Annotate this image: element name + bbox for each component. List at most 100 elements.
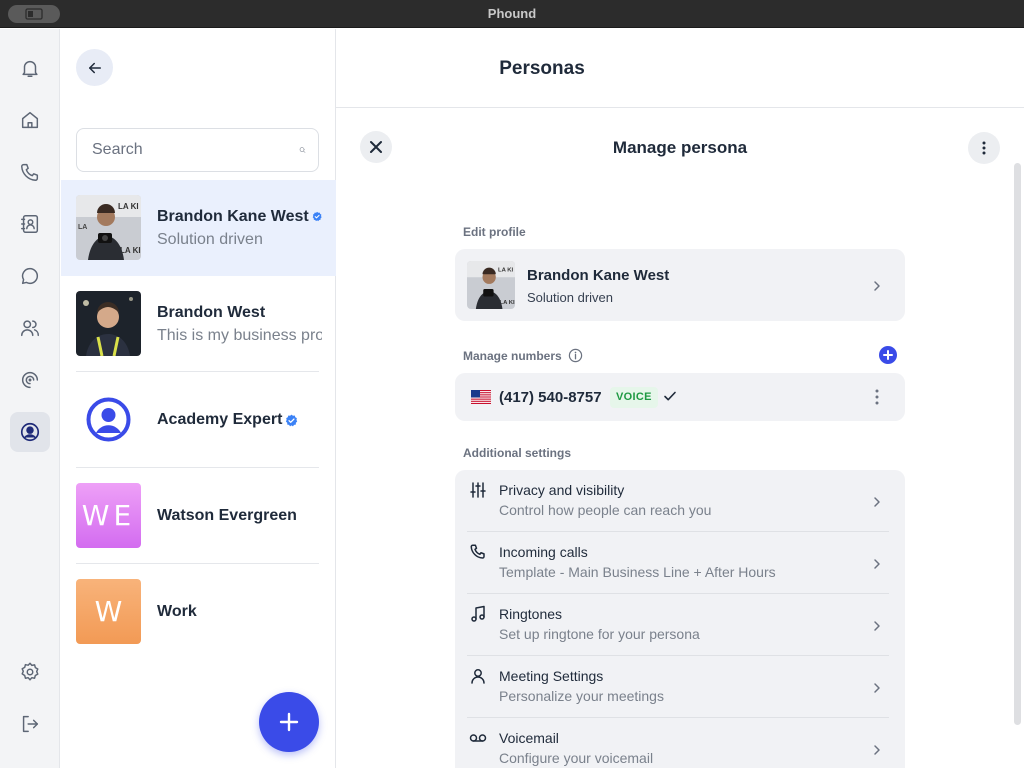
avatar — [76, 387, 141, 452]
edit-profile-card[interactable]: LA KI LA KI Brandon Kane West Solution d… — [455, 249, 905, 321]
avatar: LA KI LA KI — [467, 261, 515, 309]
persona-item-brandon-kane-west[interactable]: LA KI LA LA KI Brandon Kane West Solutio… — [61, 180, 336, 276]
voicemail-icon — [469, 729, 487, 747]
setting-incoming-calls[interactable]: Incoming calls Template - Main Business … — [455, 532, 905, 594]
persona-subtitle: This is my business profile — [157, 326, 322, 344]
music-note-icon — [469, 605, 487, 623]
manage-numbers-label: Manage numbers — [463, 348, 583, 363]
setting-privacy-visibility[interactable]: Privacy and visibility Control how peopl… — [455, 470, 905, 532]
more-options-button[interactable] — [968, 132, 1000, 164]
edit-profile-label: Edit profile — [463, 225, 526, 239]
persona-icon — [20, 422, 40, 442]
persona-name: Watson Evergreen — [157, 507, 297, 524]
search-input[interactable] — [92, 141, 299, 159]
settings-card: Privacy and visibility Control how peopl… — [455, 470, 905, 768]
avatar: W — [76, 579, 141, 644]
voice-badge: VOICE — [610, 387, 658, 408]
people-icon — [21, 320, 39, 337]
chevron-right-icon — [873, 619, 881, 631]
chevron-right-icon — [873, 279, 881, 291]
setting-description: Control how people can reach you — [499, 502, 712, 518]
setting-voicemail[interactable]: Voicemail Configure your voicemail — [455, 718, 905, 768]
bell-icon — [22, 60, 38, 77]
setting-description: Configure your voicemail — [499, 750, 654, 766]
persona-list-panel: LA KI LA LA KI Brandon Kane West Solutio… — [61, 29, 336, 768]
manage-numbers-text: Manage numbers — [463, 348, 562, 363]
setting-description: Set up ringtone for your persona — [499, 626, 700, 642]
scrollbar[interactable] — [1014, 163, 1021, 725]
additional-settings-label: Additional settings — [463, 446, 571, 460]
setting-title: Incoming calls — [499, 544, 588, 560]
svg-text:LA KI: LA KI — [118, 202, 139, 211]
persona-item-watson-evergreen[interactable]: WE Watson Evergreen — [61, 468, 336, 564]
verified-icon — [286, 414, 298, 426]
persona-name-row: Academy Expert — [157, 411, 322, 429]
svg-text:LA KI: LA KI — [120, 246, 141, 255]
arrow-left-icon — [88, 62, 101, 73]
setting-meeting-settings[interactable]: Meeting Settings Personalize your meetin… — [455, 656, 905, 718]
spiral-icon — [21, 371, 39, 389]
rail-messages[interactable] — [10, 256, 50, 296]
setting-description: Personalize your meetings — [499, 688, 664, 704]
persona-name: Brandon Kane West — [157, 207, 309, 225]
persona-icon — [76, 387, 141, 452]
phone-number-card[interactable]: (417) 540-8757 VOICE — [455, 373, 905, 421]
rail-team[interactable] — [10, 308, 50, 348]
persona-info: Brandon Kane West Solution driven — [157, 180, 322, 276]
persona-subtitle: Solution driven — [157, 230, 263, 248]
sliders-icon — [469, 481, 487, 499]
chevron-right-icon — [873, 557, 881, 569]
avatar-initials: W — [94, 595, 123, 628]
persona-name-row: Work — [157, 603, 322, 621]
avatar: WE — [76, 483, 141, 548]
manage-persona-panel: Manage persona Edit profile LA KI LA KI … — [337, 108, 1024, 768]
home-icon — [21, 111, 39, 129]
persona-name-row: Brandon West — [157, 304, 322, 322]
person-icon — [469, 667, 487, 685]
svg-text:LA: LA — [78, 224, 87, 231]
rail-personas[interactable] — [10, 412, 50, 452]
add-number-button[interactable] — [879, 346, 897, 364]
search-icon[interactable] — [299, 140, 306, 160]
window-title: Phound — [487, 6, 537, 21]
verified-icon — [312, 211, 322, 222]
panel-title: Manage persona — [612, 138, 748, 157]
persona-info: Watson Evergreen — [157, 468, 322, 564]
avatar — [76, 291, 141, 356]
persona-name: Academy Expert — [157, 411, 283, 428]
setting-ringtones[interactable]: Ringtones Set up ringtone for your perso… — [455, 594, 905, 656]
setting-title: Ringtones — [499, 606, 563, 622]
setting-title: Voicemail — [499, 730, 559, 746]
info-icon[interactable] — [568, 348, 583, 363]
setting-description: Template - Main Business Line + After Ho… — [499, 564, 776, 580]
check-icon — [664, 391, 676, 401]
page-title: Personas — [499, 58, 585, 79]
kebab-icon[interactable] — [873, 388, 881, 406]
rail-contacts[interactable] — [10, 204, 50, 244]
profile-name: Brandon Kane West — [527, 267, 670, 284]
rail-notifications[interactable] — [10, 48, 50, 88]
persona-item-work[interactable]: W Work — [61, 564, 336, 660]
rail-settings[interactable] — [10, 652, 50, 692]
add-persona-button[interactable] — [259, 692, 319, 752]
persona-item-academy-expert[interactable]: Academy Expert — [61, 372, 336, 468]
persona-info: Academy Expert — [157, 372, 322, 468]
profile-subtitle: Solution driven — [527, 290, 613, 305]
gear-icon — [21, 662, 39, 681]
chevron-right-icon — [873, 743, 881, 755]
contacts-icon — [21, 215, 39, 233]
rail-home[interactable] — [10, 100, 50, 140]
phone-number: (417) 540-8757 — [499, 389, 602, 406]
search-box[interactable] — [76, 128, 319, 172]
avatar-initials: WE — [81, 499, 136, 532]
logout-icon — [22, 715, 39, 733]
window-titlebar: Phound — [0, 0, 1024, 28]
back-button[interactable] — [76, 49, 113, 86]
left-nav-rail — [0, 29, 60, 768]
persona-item-brandon-west[interactable]: Brandon West This is my business profile — [61, 276, 336, 372]
rail-activity[interactable] — [10, 360, 50, 400]
rail-calls[interactable] — [10, 152, 50, 192]
setting-title: Privacy and visibility — [499, 482, 625, 498]
phone-icon — [21, 163, 39, 181]
rail-logout[interactable] — [10, 704, 50, 744]
